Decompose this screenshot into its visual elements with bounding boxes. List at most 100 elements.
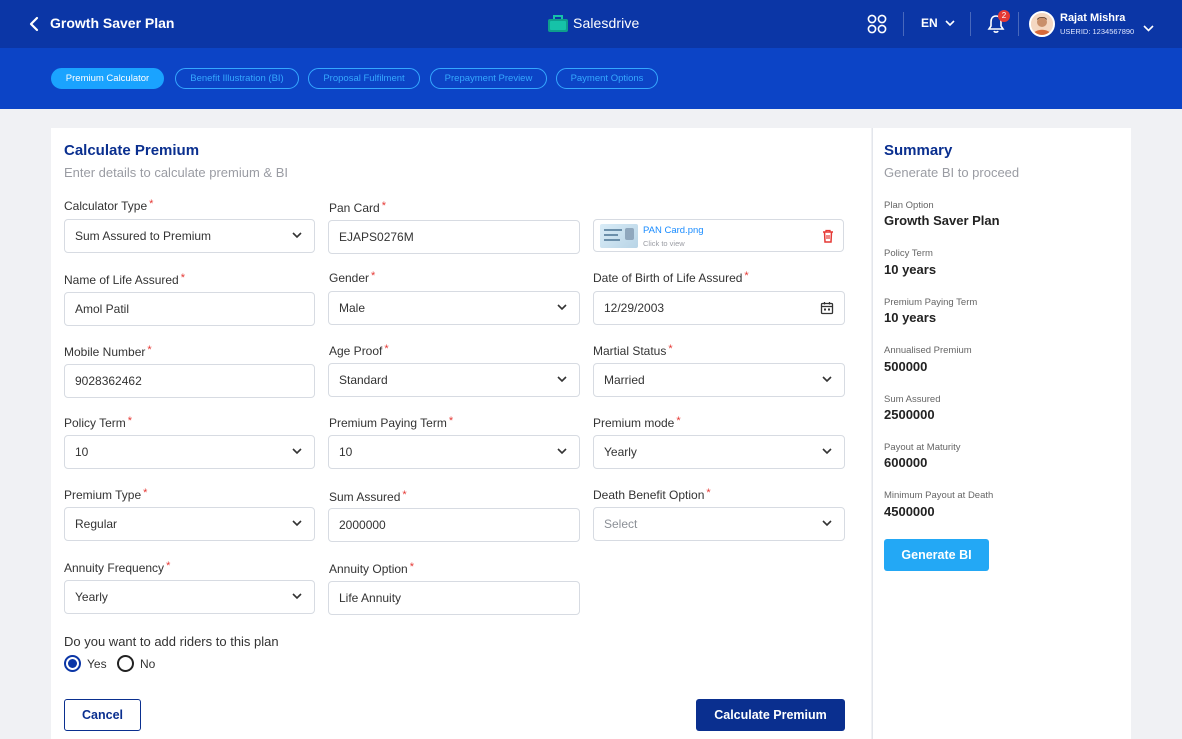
language-label: EN <box>921 16 938 30</box>
cancel-button[interactable]: Cancel <box>64 699 141 731</box>
back-arrow-icon[interactable] <box>26 13 44 35</box>
marital-status-label: Martial Status * <box>593 343 673 358</box>
pan-card-input[interactable]: EJAPS0276M <box>328 220 580 254</box>
tab-premium-calculator[interactable]: Premium Calculator <box>51 68 164 89</box>
riders-no-radio[interactable]: No <box>117 655 155 672</box>
premium-paying-term-select[interactable]: 10 <box>328 435 580 469</box>
summary-label: Plan Option <box>884 200 934 211</box>
premium-paying-term-label: Premium Paying Term * <box>329 415 454 430</box>
premium-mode-select[interactable]: Yearly <box>593 435 845 469</box>
chevron-down-icon <box>557 304 567 311</box>
summary-label: Premium Paying Term <box>884 297 978 308</box>
brand-logo: Salesdrive <box>547 13 639 33</box>
divider <box>970 12 971 36</box>
top-bar: Growth Saver Plan Salesdrive EN 2 Rajat … <box>0 0 1182 48</box>
premium-type-label: Premium Type * <box>64 487 148 502</box>
chevron-down-icon[interactable] <box>1143 19 1154 37</box>
death-benefit-select[interactable]: Select <box>593 507 845 541</box>
age-proof-select[interactable]: Standard <box>328 363 580 397</box>
radio-unchecked-icon <box>117 655 134 672</box>
tab-prepayment-preview[interactable]: Prepayment Preview <box>430 68 547 89</box>
death-benefit-label: Death Benefit Option * <box>593 487 711 502</box>
gender-label: Gender * <box>329 270 376 285</box>
riders-no-label: No <box>140 656 156 671</box>
summary-value: 500000 <box>884 359 928 374</box>
generate-bi-button[interactable]: Generate BI <box>884 539 989 571</box>
step-navigation: Premium Calculator Benefit Illustration … <box>0 48 1182 109</box>
summary-value: 600000 <box>884 455 928 470</box>
riders-yes-radio[interactable]: Yes <box>64 655 107 672</box>
dob-input[interactable]: 12/29/2003 <box>593 291 845 325</box>
trash-icon[interactable] <box>822 229 834 248</box>
user-id: USERID: 1234567890 <box>1060 27 1135 36</box>
tab-proposal-fulfilment[interactable]: Proposal Fulfilment <box>308 68 420 89</box>
summary-label: Policy Term <box>884 248 933 259</box>
summary-label: Annualised Premium <box>884 345 972 356</box>
annuity-option-input[interactable]: Life Annuity <box>328 581 580 615</box>
summary-value: Growth Saver Plan <box>884 213 1000 228</box>
annuity-frequency-label: Annuity Frequency * <box>64 560 171 575</box>
form-title: Calculate Premium <box>64 142 200 159</box>
apps-grid-icon[interactable] <box>867 14 887 34</box>
mobile-input[interactable]: 9028362462 <box>64 364 315 398</box>
annuity-frequency-select[interactable]: Yearly <box>64 580 315 614</box>
summary-value: 4500000 <box>884 504 935 519</box>
chevron-down-icon <box>822 448 832 455</box>
gender-select[interactable]: Male <box>328 291 580 325</box>
marital-status-select[interactable]: Married <box>593 363 845 397</box>
annuity-option-label: Annuity Option * <box>329 561 414 576</box>
user-name: Rajat Mishra <box>1060 12 1126 24</box>
file-name: PAN Card.png <box>643 225 704 236</box>
chevron-down-icon <box>292 448 302 455</box>
name-label: Name of Life Assured * <box>64 272 186 287</box>
sum-assured-input[interactable]: 2000000 <box>328 508 580 542</box>
file-hint: Click to view <box>643 239 685 248</box>
chevron-down-icon <box>292 232 302 239</box>
summary-value: 2500000 <box>884 407 935 422</box>
calculate-premium-button[interactable]: Calculate Premium <box>696 699 845 731</box>
chevron-down-icon <box>557 376 567 383</box>
calculator-type-label: Calculator Type * <box>64 198 154 213</box>
chevron-down-icon <box>822 376 832 383</box>
chevron-down-icon <box>822 520 832 527</box>
dob-label: Date of Birth of Life Assured * <box>593 270 749 285</box>
summary-label: Sum Assured <box>884 394 941 405</box>
pan-card-thumbnail <box>600 224 638 248</box>
summary-title: Summary <box>884 142 953 159</box>
calendar-icon[interactable] <box>820 301 834 315</box>
chevron-down-icon <box>292 593 302 600</box>
chevron-down-icon <box>292 520 302 527</box>
summary-label: Payout at Maturity <box>884 442 961 453</box>
tab-benefit-illustration[interactable]: Benefit Illustration (BI) <box>175 68 299 89</box>
divider <box>1018 12 1019 36</box>
pan-file-attachment[interactable]: PAN Card.png Click to view <box>593 219 844 252</box>
policy-term-label: Policy Term * <box>64 415 133 430</box>
riders-question: Do you want to add riders to this plan <box>64 634 279 649</box>
policy-term-select[interactable]: 10 <box>64 435 315 469</box>
tab-payment-options[interactable]: Payment Options <box>556 68 658 89</box>
notification-badge: 2 <box>998 10 1010 22</box>
sum-assured-label: Sum Assured * <box>329 489 407 504</box>
radio-checked-icon <box>64 655 81 672</box>
name-input[interactable]: Amol Patil <box>64 292 315 326</box>
avatar[interactable] <box>1029 11 1055 37</box>
brand-name: Salesdrive <box>573 15 640 31</box>
summary-subtitle: Generate BI to proceed <box>884 165 1020 180</box>
divider <box>903 12 904 36</box>
mobile-label: Mobile Number * <box>64 344 152 359</box>
summary-value: 10 years <box>884 310 937 325</box>
riders-yes-label: Yes <box>87 656 107 671</box>
language-selector[interactable]: EN <box>921 16 955 30</box>
summary-label: Minimum Payout at Death <box>884 490 994 501</box>
calculator-type-select[interactable]: Sum Assured to Premium <box>64 219 315 253</box>
plan-title: Growth Saver Plan <box>50 15 175 31</box>
pan-card-label: Pan Card * <box>329 200 386 215</box>
premium-type-select[interactable]: Regular <box>64 507 315 541</box>
form-subtitle: Enter details to calculate premium & BI <box>64 165 288 180</box>
chevron-down-icon <box>945 19 955 26</box>
summary-value: 10 years <box>884 262 937 277</box>
premium-mode-label: Premium mode * <box>593 415 681 430</box>
age-proof-label: Age Proof * <box>329 343 389 358</box>
briefcase-icon <box>548 15 568 32</box>
chevron-down-icon <box>557 448 567 455</box>
